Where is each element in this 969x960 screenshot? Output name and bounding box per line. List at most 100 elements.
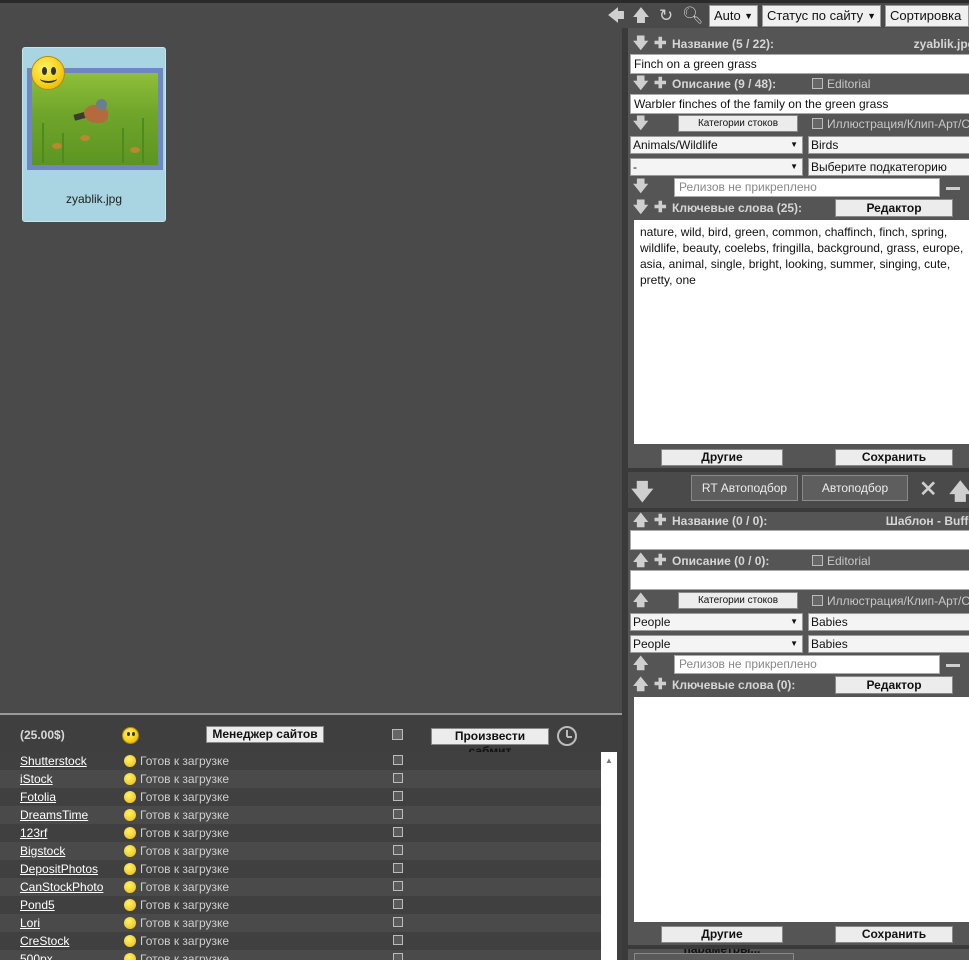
template-category-2-select[interactable]: Babies: [808, 613, 969, 631]
plus-icon[interactable]: ✚: [654, 512, 667, 530]
site-checkbox[interactable]: [393, 863, 403, 873]
template-save-button[interactable]: Сохранить: [835, 926, 953, 943]
site-checkbox[interactable]: [393, 791, 403, 801]
swap-icon[interactable]: ⨯: [919, 475, 937, 501]
site-checkbox[interactable]: [393, 773, 403, 783]
site-link[interactable]: iStock: [20, 772, 53, 786]
site-link[interactable]: CanStockPhoto: [20, 880, 103, 894]
template-category-1-select[interactable]: People ▼: [630, 613, 803, 631]
arrow-down-icon[interactable]: 🡇: [633, 199, 648, 217]
arrow-up-icon[interactable]: 🡅: [633, 592, 648, 610]
site-checkbox[interactable]: [393, 881, 403, 891]
site-link[interactable]: 123rf: [20, 826, 47, 840]
plus-icon[interactable]: ✚: [654, 676, 667, 694]
site-row: Pond5 Готов к загрузке: [0, 896, 601, 914]
submit-button[interactable]: Произвести сабмит: [431, 728, 549, 758]
release-input[interactable]: Релизов не прикреплено: [674, 178, 940, 197]
scroll-up-icon[interactable]: ▲: [605, 756, 613, 765]
site-checkbox[interactable]: [393, 899, 403, 909]
keywords-editor-button[interactable]: Редактор ключевых...: [835, 199, 953, 231]
keywords-textarea[interactable]: nature, wild, bird, green, common, chaff…: [634, 220, 969, 444]
arrow-up-icon[interactable]: 🡅: [633, 676, 648, 694]
site-row: Shutterstock Готов к загрузке: [0, 752, 601, 770]
site-status: Готов к загрузке: [124, 754, 229, 768]
site-link[interactable]: Shutterstock: [20, 754, 87, 768]
editorial-checkbox[interactable]: [812, 78, 823, 89]
image-thumbnail-card[interactable]: zyablik.jpg: [22, 47, 166, 222]
arrow-down-icon[interactable]: 🡇: [633, 35, 648, 53]
arrow-up-icon[interactable]: 🡅: [633, 552, 648, 570]
site-checkbox[interactable]: [393, 809, 403, 819]
arrow-up-icon[interactable]: 🡅: [633, 512, 648, 530]
other-params-button[interactable]: Другие параметры...: [661, 449, 783, 479]
minus-icon[interactable]: [946, 187, 960, 190]
template-description-header: 🡅 ✚ Описание (0 / 0): Editorial: [628, 550, 969, 572]
arrow-up-icon[interactable]: 🡅: [631, 6, 651, 26]
site-link[interactable]: DreamsTime: [20, 808, 88, 822]
stock-categories-button[interactable]: Категории стоков: [678, 115, 798, 132]
arrow-up-icon[interactable]: 🡅: [633, 655, 648, 673]
minus-icon[interactable]: [946, 664, 960, 667]
arrow-down-icon[interactable]: 🡇: [633, 75, 648, 93]
editorial-label: Editorial: [827, 77, 871, 91]
plus-icon[interactable]: ✚: [654, 552, 667, 570]
plus-icon[interactable]: ✚: [654, 35, 667, 53]
site-status: Готов к загрузке: [124, 862, 229, 876]
template-description-input[interactable]: [630, 570, 969, 590]
arrow-left-icon[interactable]: 🡄: [606, 6, 626, 26]
site-checkbox[interactable]: [393, 917, 403, 927]
site-link[interactable]: Lori: [20, 916, 40, 930]
template-illustration-checkbox[interactable]: [812, 595, 823, 606]
site-checkbox[interactable]: [393, 827, 403, 837]
save-button[interactable]: Сохранить: [835, 449, 953, 466]
select-all-checkbox[interactable]: [392, 729, 403, 740]
category-4-select[interactable]: Выберите подкатегорию: [808, 158, 969, 176]
plus-icon[interactable]: ✚: [654, 75, 667, 93]
template-keywords-textarea[interactable]: [634, 697, 969, 922]
template-category-4-select[interactable]: Babies: [808, 635, 969, 653]
site-link[interactable]: DepositPhotos: [20, 862, 98, 876]
bottom-partial-button[interactable]: [634, 953, 794, 960]
description-input[interactable]: Warbler finches of the family on the gre…: [630, 94, 969, 114]
site-link[interactable]: Bigstock: [20, 844, 65, 858]
site-checkbox[interactable]: [393, 953, 403, 960]
template-editorial-checkbox[interactable]: [812, 555, 823, 566]
site-row: DepositPhotos Готов к загрузке: [0, 860, 601, 878]
site-link[interactable]: Pond5: [20, 898, 55, 912]
sort-select-value: Сортировка: [890, 8, 962, 23]
illustration-checkbox[interactable]: [812, 118, 823, 129]
site-link[interactable]: CreStock: [20, 934, 69, 948]
category-2-select[interactable]: Birds: [808, 136, 969, 154]
site-manager-button[interactable]: Менеджер сайтов: [206, 726, 324, 743]
site-checkbox[interactable]: [393, 845, 403, 855]
title-input[interactable]: Finch on a green grass: [630, 54, 969, 74]
site-link[interactable]: Fotolia: [20, 790, 56, 804]
template-stock-categories-button[interactable]: Категории стоков: [678, 592, 798, 609]
site-checkbox[interactable]: [393, 755, 403, 765]
category-1-select[interactable]: Animals/Wildlife ▼: [630, 136, 803, 154]
template-other-params-button[interactable]: Другие параметры...: [661, 926, 783, 956]
plus-icon[interactable]: ✚: [654, 199, 667, 217]
template-title-input[interactable]: [630, 530, 969, 550]
search-icon[interactable]: 🔍︎: [682, 6, 704, 26]
template-release-input[interactable]: Релизов не прикреплено: [674, 655, 940, 674]
mode-select[interactable]: Auto ▼: [709, 5, 758, 27]
refresh-icon[interactable]: ↻: [656, 6, 676, 26]
site-row: Bigstock Готов к загрузке: [0, 842, 601, 860]
arrow-down-icon[interactable]: 🡇: [633, 178, 648, 196]
autofill-button[interactable]: Автоподбор: [802, 475, 908, 501]
mode-select-value: Auto: [714, 8, 741, 23]
sort-select[interactable]: Сортировка: [885, 5, 969, 27]
site-checkbox[interactable]: [393, 935, 403, 945]
arrow-down-icon[interactable]: 🡇: [633, 115, 648, 133]
smiley-icon: [124, 899, 136, 911]
schedule-clock-icon[interactable]: [557, 726, 577, 746]
category-3-select[interactable]: - ▼: [630, 158, 803, 176]
template-category-3-select[interactable]: People ▼: [630, 635, 803, 653]
rt-autofill-button[interactable]: RT Автоподбор: [691, 475, 798, 501]
template-keywords-editor-button[interactable]: Редактор ключевых...: [835, 676, 953, 708]
site-link[interactable]: 500px: [20, 952, 53, 960]
site-status-select[interactable]: Статус по сайту ▼: [762, 5, 881, 27]
sites-panel: (25.00$) Менеджер сайтов Произвести сабм…: [0, 713, 622, 960]
sites-scrollbar[interactable]: ▲: [601, 752, 617, 960]
